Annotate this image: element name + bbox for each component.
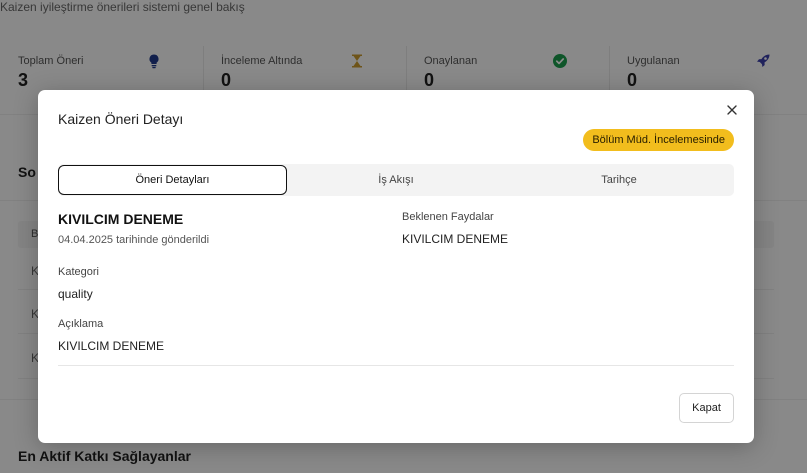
description-value: KIVILCIM DENEME: [58, 339, 165, 353]
status-badge: Bölüm Müd. İncelemesinde: [583, 129, 734, 151]
close-icon[interactable]: [724, 102, 740, 118]
suggestion-title: KIVILCIM DENEME: [58, 211, 184, 227]
modal-divider: [58, 365, 734, 366]
benefits-value: KIVILCIM DENEME: [402, 232, 509, 246]
tab-workflow[interactable]: İş Akışı: [288, 164, 504, 196]
modal-title: Kaizen Öneri Detayı: [58, 111, 184, 127]
details-left-column: KIVILCIM DENEME 04.04.2025 tarihinde gön…: [58, 211, 209, 353]
close-button[interactable]: Kapat: [679, 393, 734, 423]
suggestion-detail-modal: Kaizen Öneri Detayı Bölüm Müd. İncelemes…: [38, 90, 754, 443]
tab-suggestion-details[interactable]: Öneri Detayları: [58, 165, 287, 195]
details-right-column: Beklenen Faydalar KIVILCIM DENEME: [402, 211, 508, 246]
tab-bar: Öneri Detayları İş Akışı Tarihçe: [58, 164, 734, 196]
submitted-date: 04.04.2025 tarihinde gönderildi: [58, 234, 210, 246]
category-label: Kategori: [58, 266, 99, 278]
category-value: quality: [58, 287, 93, 301]
description-label: Açıklama: [58, 318, 104, 330]
benefits-label: Beklenen Faydalar: [402, 211, 494, 223]
tab-history[interactable]: Tarihçe: [504, 164, 734, 196]
